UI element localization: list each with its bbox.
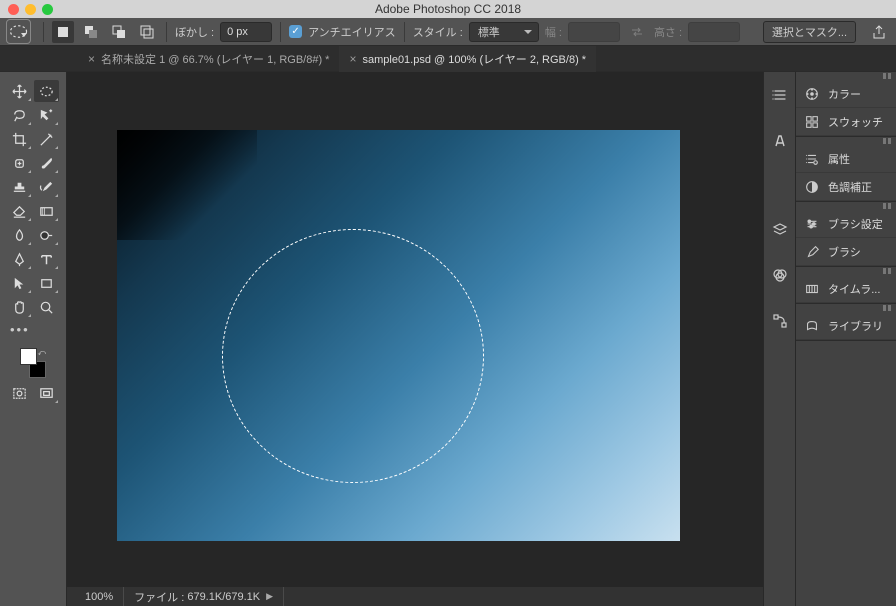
app-title: Adobe Photoshop CC 2018 <box>0 2 896 16</box>
workspace: ••• ⤺ 100% ファイル : 679.1K/679.1K▶ <box>0 72 896 606</box>
zoom-tool[interactable] <box>34 296 59 318</box>
feather-input[interactable]: 0 px <box>220 22 272 42</box>
type-tool[interactable] <box>34 248 59 270</box>
gradient-tool[interactable] <box>34 200 59 222</box>
document-tab[interactable]: ×名称未設定 1 @ 66.7% (レイヤー 1, RGB/8#) * <box>78 46 339 72</box>
edit-toolbar-button[interactable]: ••• <box>4 318 62 340</box>
move-tool[interactable] <box>7 80 32 102</box>
marquee-tool[interactable] <box>34 80 59 102</box>
pen-tool[interactable] <box>7 248 32 270</box>
share-button[interactable] <box>868 21 890 43</box>
select-and-mask-button[interactable]: 選択とマスク... <box>763 21 856 43</box>
close-tab-icon[interactable]: × <box>88 52 95 66</box>
height-input <box>688 22 740 42</box>
quickmask-button[interactable] <box>7 382 32 404</box>
panel-dock: カラー スウォッチ 属性 色調補正 ブラシ設定 ブラシ タイムラ... ライブラ… <box>796 72 896 606</box>
brush-settings-panel-tab[interactable]: ブラシ設定 <box>796 210 896 238</box>
file-info[interactable]: ファイル : 679.1K/679.1K▶ <box>124 587 284 606</box>
panel-menu[interactable] <box>796 72 896 80</box>
selection-marquee <box>222 229 484 483</box>
document-tab-bar: ×名称未設定 1 @ 66.7% (レイヤー 1, RGB/8#) * ×sam… <box>0 46 896 72</box>
eraser-tool[interactable] <box>7 200 32 222</box>
dodge-tool[interactable] <box>34 224 59 246</box>
canvas-area[interactable]: 100% ファイル : 679.1K/679.1K▶ <box>67 72 763 606</box>
paths-panel-icon[interactable] <box>769 310 791 332</box>
intersect-selection-button[interactable] <box>136 21 158 43</box>
crop-tool[interactable] <box>7 128 32 150</box>
foreground-color[interactable] <box>20 348 37 365</box>
options-bar: ぼかし : 0 px アンチエイリアス スタイル : 標準 幅 : 高さ : 選… <box>0 18 896 46</box>
document-tab[interactable]: ×sample01.psd @ 100% (レイヤー 2, RGB/8) * <box>339 46 596 72</box>
hand-tool[interactable] <box>7 296 32 318</box>
feather-label: ぼかし : <box>175 24 214 40</box>
new-selection-button[interactable] <box>52 21 74 43</box>
blur-tool[interactable] <box>7 224 32 246</box>
panel-menu[interactable] <box>796 304 896 312</box>
timeline-panel-tab[interactable]: タイムラ... <box>796 275 896 303</box>
style-dropdown[interactable]: 標準 <box>469 22 539 42</box>
style-label: スタイル : <box>413 24 463 40</box>
collapsed-panel-strip <box>763 72 796 606</box>
stamp-tool[interactable] <box>7 176 32 198</box>
maximize-window-button[interactable] <box>42 4 53 15</box>
character-panel-icon[interactable] <box>769 130 791 152</box>
close-window-button[interactable] <box>8 4 19 15</box>
eyedropper-tool[interactable] <box>34 128 59 150</box>
antialias-label: アンチエイリアス <box>308 24 396 40</box>
brush-panel-tab[interactable]: ブラシ <box>796 238 896 266</box>
antialias-checkbox[interactable] <box>289 25 302 38</box>
screen-mode-button[interactable] <box>34 382 59 404</box>
toolbox: ••• ⤺ <box>0 72 67 606</box>
quick-select-tool[interactable] <box>34 104 59 126</box>
width-label: 幅 : <box>545 24 562 40</box>
brush-tool[interactable] <box>34 152 59 174</box>
adjustments-panel-tab[interactable]: 色調補正 <box>796 173 896 201</box>
healing-tool[interactable] <box>7 152 32 174</box>
swap-colors-icon[interactable]: ⤺ <box>37 348 46 358</box>
window-controls <box>0 4 53 15</box>
panel-menu[interactable] <box>796 137 896 145</box>
path-select-tool[interactable] <box>7 272 32 294</box>
height-label: 高さ : <box>654 24 682 40</box>
document-canvas[interactable] <box>117 130 680 541</box>
library-panel-tab[interactable]: ライブラリ <box>796 312 896 340</box>
color-panel-tab[interactable]: カラー <box>796 80 896 108</box>
current-tool-indicator[interactable] <box>6 19 31 44</box>
title-bar: Adobe Photoshop CC 2018 <box>0 0 896 18</box>
history-panel-icon[interactable] <box>769 84 791 106</box>
properties-panel-tab[interactable]: 属性 <box>796 145 896 173</box>
zoom-display[interactable]: 100% <box>75 587 124 606</box>
width-input <box>568 22 620 42</box>
ellipse-marquee-icon <box>7 20 30 43</box>
lasso-tool[interactable] <box>7 104 32 126</box>
channels-panel-icon[interactable] <box>769 264 791 286</box>
close-tab-icon[interactable]: × <box>349 52 356 66</box>
history-brush-tool[interactable] <box>34 176 59 198</box>
status-bar: 100% ファイル : 679.1K/679.1K▶ <box>67 587 763 606</box>
image-content <box>117 130 257 240</box>
color-swatches[interactable]: ⤺ <box>18 348 48 378</box>
swatches-panel-tab[interactable]: スウォッチ <box>796 108 896 136</box>
panel-menu[interactable] <box>796 267 896 275</box>
subtract-selection-button[interactable] <box>108 21 130 43</box>
minimize-window-button[interactable] <box>25 4 36 15</box>
shape-tool[interactable] <box>34 272 59 294</box>
swap-dimensions-button <box>626 21 648 43</box>
layers-panel-icon[interactable] <box>769 218 791 240</box>
add-selection-button[interactable] <box>80 21 102 43</box>
panel-menu[interactable] <box>796 202 896 210</box>
